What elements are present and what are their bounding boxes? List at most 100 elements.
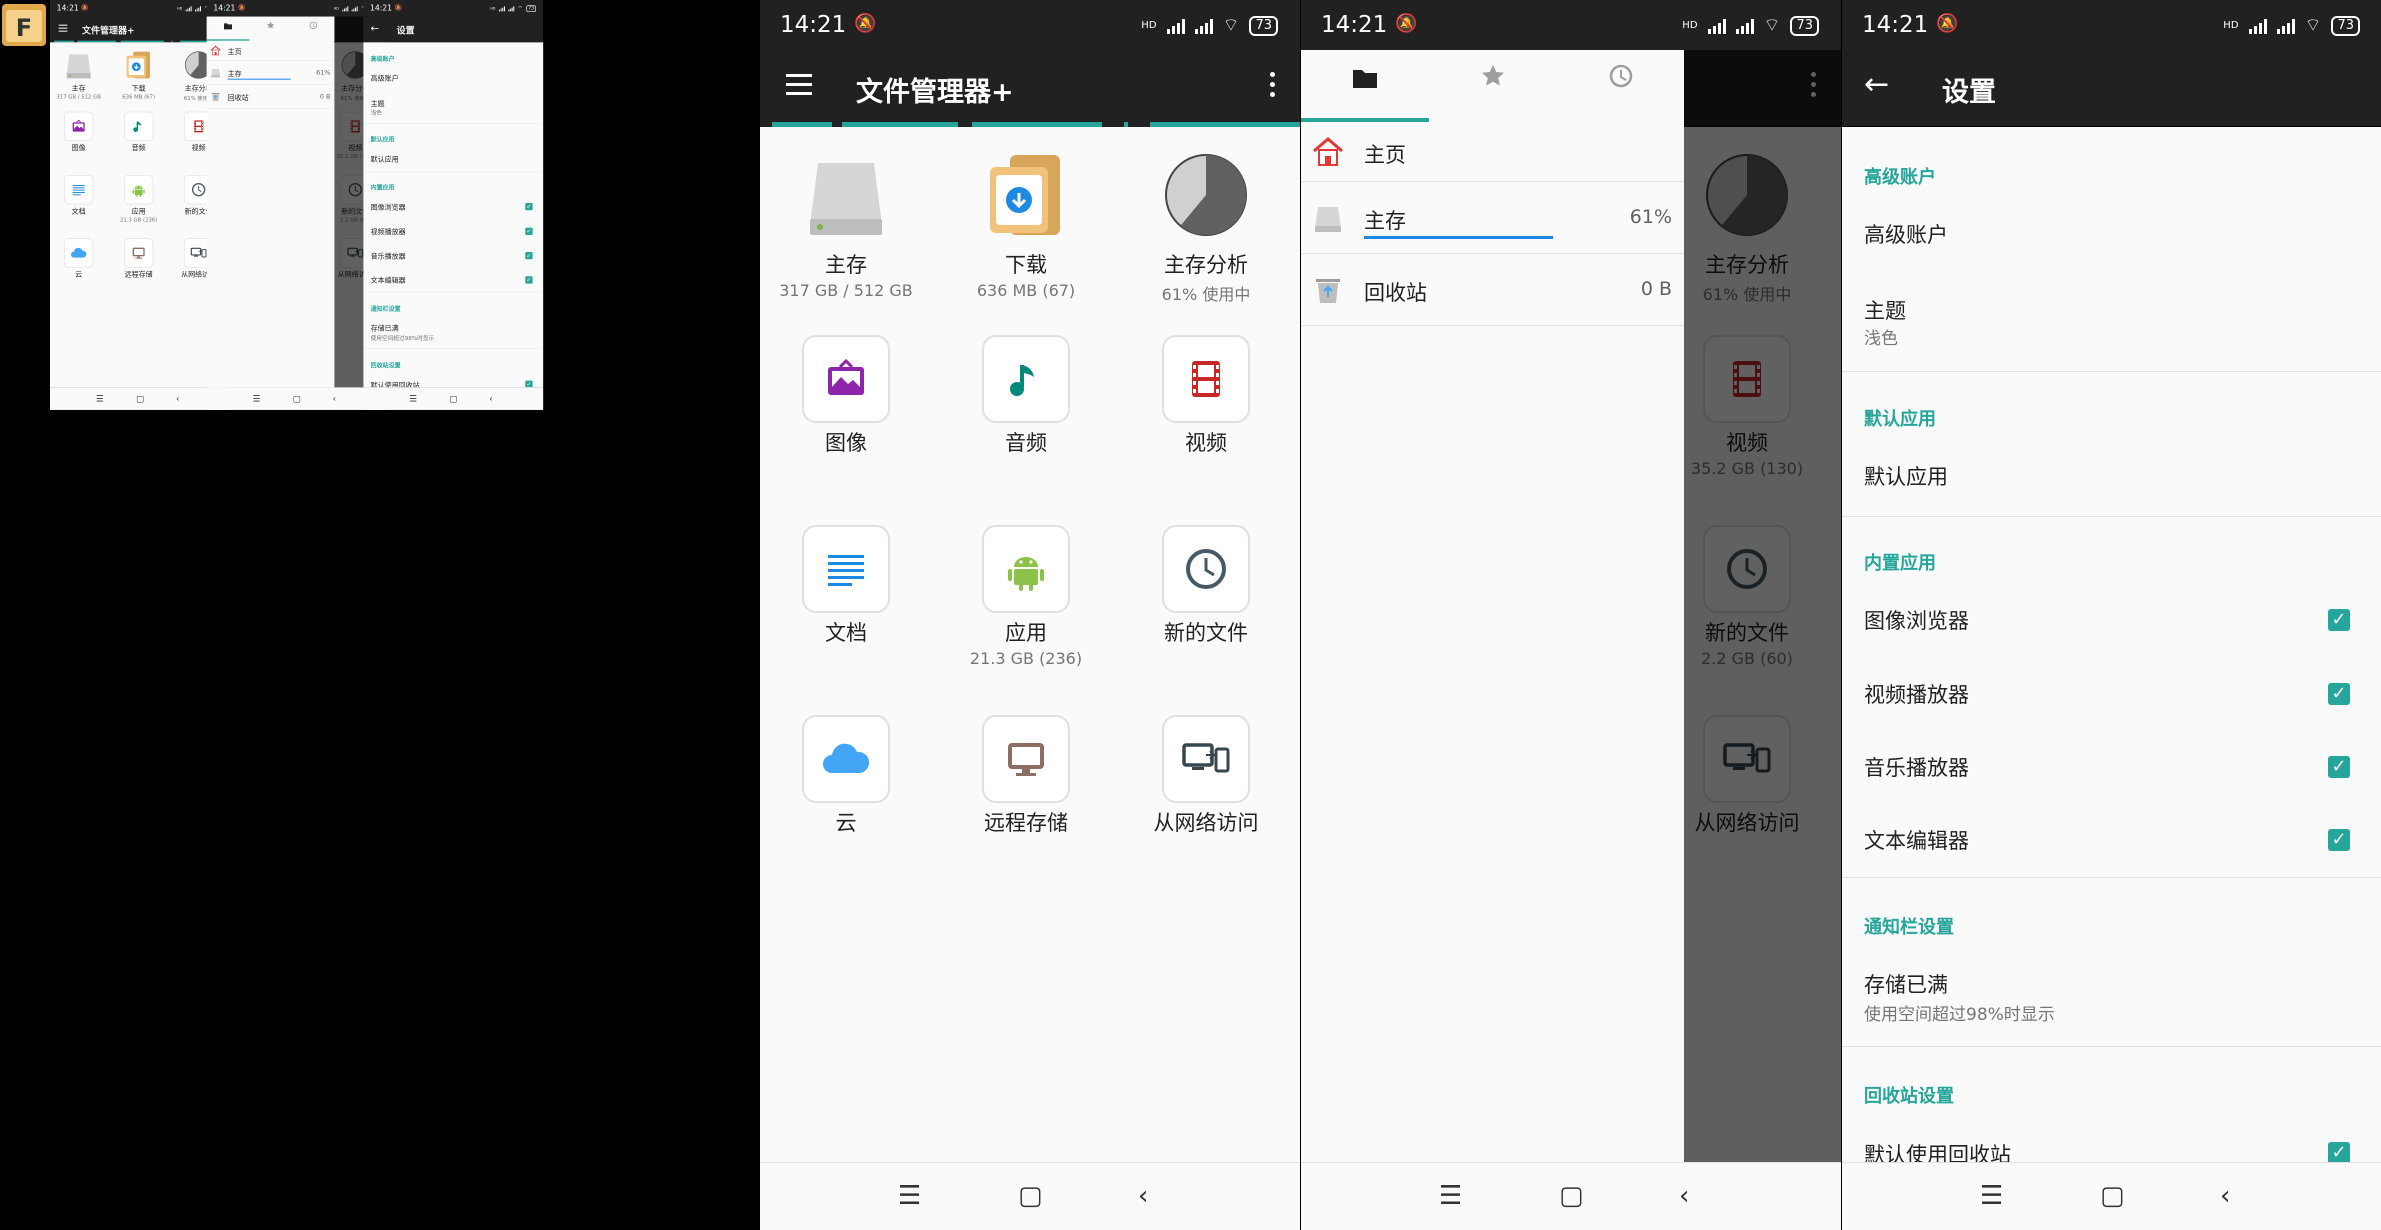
back-button[interactable]: ‹ [1138,1181,1148,1211]
recents-button[interactable]: ☰ [409,394,417,404]
setting-text-editor[interactable]: 文本编辑器 [371,275,406,285]
grid-item-apps[interactable]: 应用 21.3 GB (236) [111,174,166,223]
music-player-checkbox[interactable]: ✓ [525,251,533,260]
grid-item-label: 新的文件 [1164,621,1248,645]
section-premium: 高级账户 [370,55,395,63]
back-button[interactable]: ‹ [489,394,492,404]
grid-item-documents[interactable]: 文档 [51,174,106,216]
setting-image-viewer[interactable]: 图像浏览器 [1864,605,1969,635]
back-button[interactable]: ‹ [333,394,336,404]
setting-image-viewer[interactable]: 图像浏览器 [371,202,406,212]
setting-storage-full[interactable]: 存储已满 [371,323,399,333]
grid-item-storage[interactable]: 主存 317 GB / 512 GB [51,48,106,100]
thumb-settings-screen: 14:21 🔕 HD ⌔ 73 ← 设置 高级账户 高级账户 主题 浅色 默认应用 默认应用 内置应用 图像… [363,0,544,410]
setting-theme[interactable]: 主题 [1864,295,1906,325]
home-button[interactable]: ▢ [1018,1181,1043,1211]
drawer-item-home[interactable]: 主页 [206,41,335,61]
home-button[interactable]: ▢ [449,394,457,404]
music-player-checkbox[interactable]: ✓ [2328,756,2350,778]
star-icon [1480,62,1506,97]
default-recycle-checkbox[interactable]: ✓ [2328,1142,2350,1164]
setting-theme[interactable]: 主题 [371,98,385,108]
grid-item-new-files[interactable]: 新的文件 [1123,525,1289,649]
divider [1842,516,2381,517]
tab-favorites[interactable] [249,21,292,33]
drawer-item-storage[interactable]: 主存 61% [1301,182,1684,254]
grid-item-network-access[interactable]: 从网络访问 [1123,715,1289,839]
status-bar: 14:21🔕HD⌔73 [206,0,387,17]
image-viewer-checkbox[interactable]: ✓ [525,202,533,211]
video-player-checkbox[interactable]: ✓ [525,227,533,235]
text-editor-checkbox[interactable]: ✓ [525,276,533,284]
setting-text-editor[interactable]: 文本编辑器 [1864,825,1969,855]
app-bar: 文件管理器+ [760,50,1300,126]
home-button[interactable]: ▢ [2100,1181,2125,1211]
grid-item-audio[interactable]: 音频 [943,335,1109,459]
recents-button[interactable]: ☰ [1439,1181,1462,1211]
settings-list: 高级账户 高级账户 主题 浅色 默认应用 默认应用 内置应用 图像浏览器 ✓ 视频播放器 ✓ 音乐播放… [1842,127,2381,1167]
back-button[interactable]: ‹ [2220,1181,2230,1211]
drawer-item-recycle-bin[interactable]: 回收站 0 B [1301,254,1684,326]
recents-button[interactable]: ☰ [96,394,104,404]
back-arrow-icon[interactable]: ← [1864,70,1889,100]
recents-button[interactable]: ☰ [253,394,261,404]
grid-item-subtitle: 317 GB / 512 GB [779,281,913,300]
navigation-drawer: 主页 主存 61% 回收站 0 B [1301,50,1684,1162]
setting-premium-account[interactable]: 高级账户 [371,73,399,83]
grid-item-cloud[interactable]: 云 [763,715,929,839]
grid-item-storage-analysis[interactable]: 主存分析 61% 使用中 [1123,145,1289,305]
drawer-item-storage[interactable]: 主存 61% [206,61,335,85]
grid-item-remote-storage[interactable]: 远程存储 [943,715,1109,839]
recents-button[interactable]: ☰ [898,1181,921,1211]
home-button[interactable]: ▢ [293,394,301,404]
setting-video-player[interactable]: 视频播放器 [1864,679,1969,709]
hamburger-menu-icon[interactable] [58,24,68,32]
tab-folders[interactable] [1301,62,1429,97]
overflow-menu-icon[interactable] [1270,72,1276,102]
setting-default-apps[interactable]: 默认应用 [371,154,399,164]
grid-item-apps[interactable]: 应用 21.3 GB (236) [943,525,1109,668]
drawer-item-value: 0 B [1640,278,1672,300]
back-arrow-icon[interactable]: ← [371,23,379,33]
hamburger-menu-icon[interactable] [786,74,812,96]
grid-item-images[interactable]: 图像 [763,335,929,459]
setting-video-player[interactable]: 视频播放器 [371,226,406,236]
grid-item-video[interactable]: 视频 [1123,335,1289,459]
text-editor-checkbox[interactable]: ✓ [2328,829,2350,851]
tab-folders[interactable] [207,21,250,33]
setting-storage-full[interactable]: 存储已满 [1864,969,1948,999]
grid-item-images[interactable]: 图像 [51,111,106,153]
thumb-drawer-screen: 14:21🔕HD⌔73主存分析61% 使用中视频35.2 GB (130)新的文… [206,0,387,410]
grid-item-downloads[interactable]: 下载 636 MB (67) [943,145,1109,300]
tab-history[interactable] [292,21,335,33]
music-icon [982,335,1070,423]
setting-premium-account[interactable]: 高级账户 [1864,219,1948,249]
image-viewer-checkbox[interactable]: ✓ [2328,609,2350,631]
grid-item-label: 从网络访问 [1153,811,1259,835]
grid-item-downloads[interactable]: 下载 636 MB (67) [111,48,166,100]
grid-item-storage[interactable]: 主存 317 GB / 512 GB [763,145,929,300]
battery-icon: 73 [526,5,536,12]
recents-button[interactable]: ☰ [1980,1181,2003,1211]
drawer-scrim[interactable] [1684,50,1841,1162]
grid-item-remote-storage[interactable]: 远程存储 [111,238,166,279]
storage-usage-bar [227,78,291,80]
setting-music-player[interactable]: 音乐播放器 [1864,752,1969,782]
grid-item-label: 文档 [825,621,867,645]
drawer-item-recycle-bin[interactable]: 回收站 0 B [206,85,335,109]
home-icon [210,45,221,58]
setting-music-player[interactable]: 音乐播放器 [371,251,406,261]
grid-item-audio[interactable]: 音频 [111,111,166,153]
video-player-checkbox[interactable]: ✓ [2328,683,2350,705]
setting-default-apps[interactable]: 默认应用 [1864,461,1948,491]
tab-history[interactable] [1557,62,1685,97]
drawer-item-home[interactable]: 主页 [1301,122,1684,182]
mute-bell-icon: 🔕 [394,4,403,12]
tab-favorites[interactable] [1429,62,1557,97]
grid-item-documents[interactable]: 文档 [763,525,929,649]
back-button[interactable]: ‹ [176,394,179,404]
home-button[interactable]: ▢ [136,394,144,404]
home-button[interactable]: ▢ [1559,1181,1584,1211]
back-button[interactable]: ‹ [1679,1181,1689,1211]
grid-item-cloud[interactable]: 云 [51,238,106,279]
